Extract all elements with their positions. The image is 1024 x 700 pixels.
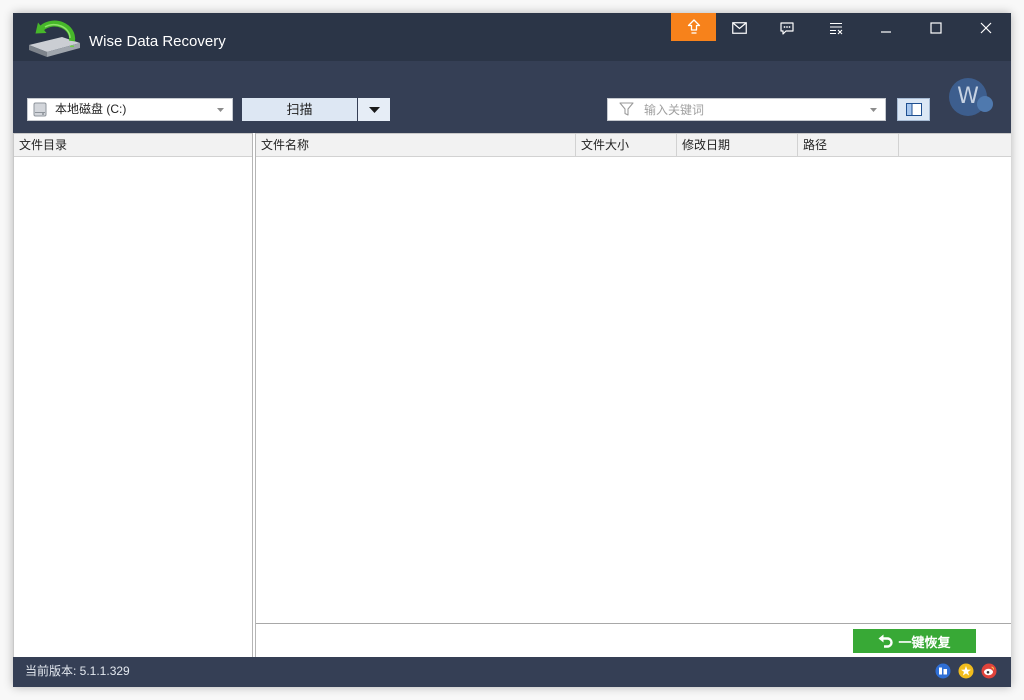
- upgrade-icon: [687, 19, 700, 34]
- search-input[interactable]: [644, 99, 860, 120]
- search-box[interactable]: [607, 98, 886, 121]
- chevron-down-icon: [217, 108, 224, 112]
- disk-recovery-logo-icon: [29, 20, 80, 57]
- recover-button-label: 一键恢复: [898, 634, 951, 650]
- drive-icon: [33, 102, 47, 117]
- app-logo: [26, 16, 82, 60]
- tieba-link[interactable]: [935, 663, 951, 679]
- feedback-button[interactable]: [763, 13, 811, 43]
- title-bar[interactable]: Wise Data Recovery: [13, 13, 1011, 61]
- undo-icon: [878, 634, 894, 648]
- panel-layout-icon: [905, 103, 922, 116]
- mail-button[interactable]: [716, 13, 763, 43]
- app-title: Wise Data Recovery: [89, 33, 226, 50]
- column-header-name[interactable]: 文件名称: [256, 134, 576, 156]
- action-bar: 一键恢复: [256, 623, 1011, 657]
- main-area: 文件目录 文件名称 文件大小 修改日期 路径 一键恢复: [13, 133, 1011, 657]
- drive-select-value: 本地磁盘 (C:): [55, 102, 127, 116]
- scan-button[interactable]: 扫描: [242, 98, 357, 121]
- drive-select[interactable]: 本地磁盘 (C:): [27, 98, 233, 121]
- avatar[interactable]: W: [948, 78, 996, 116]
- close-button[interactable]: [961, 13, 1011, 43]
- column-header-filler: [899, 134, 1011, 156]
- maximize-icon: [930, 22, 942, 34]
- toolbar: 本地磁盘 (C:) 扫描 输入关键词 W: [13, 61, 1011, 133]
- scan-options-button[interactable]: [358, 98, 390, 121]
- qzone-icon: [958, 663, 974, 679]
- mail-icon: [732, 22, 747, 34]
- folder-tree-panel[interactable]: 文件目录: [13, 133, 253, 657]
- app-window: Wise Data Recovery 本地磁盘 (C:) 扫描 输入关键词 W …: [13, 13, 1011, 687]
- minimize-icon: [881, 31, 891, 33]
- chevron-down-icon[interactable]: [870, 108, 877, 112]
- feedback-icon: [780, 21, 794, 35]
- folder-tree-header: 文件目录: [14, 133, 252, 157]
- menu-icon: [830, 22, 843, 34]
- minimize-button[interactable]: [861, 13, 911, 43]
- tieba-icon: [935, 663, 951, 679]
- weibo-icon: [981, 663, 997, 679]
- file-list-panel: 文件名称 文件大小 修改日期 路径 一键恢复: [255, 133, 1011, 657]
- caret-down-icon: [368, 106, 380, 113]
- file-list-header: 文件名称 文件大小 修改日期 路径: [256, 133, 1011, 157]
- weibo-link[interactable]: [981, 663, 997, 679]
- file-list-body[interactable]: [256, 157, 1011, 623]
- qzone-link[interactable]: [958, 663, 974, 679]
- recover-button[interactable]: 一键恢复: [853, 629, 976, 653]
- status-bar: 当前版本: 5.1.1.329: [13, 657, 1011, 687]
- column-header-path[interactable]: 路径: [798, 134, 899, 156]
- close-icon: [980, 22, 992, 34]
- version-text: 当前版本: 5.1.1.329: [25, 664, 130, 678]
- panel-toggle-button[interactable]: [897, 98, 930, 121]
- column-header-size[interactable]: 文件大小: [576, 134, 677, 156]
- upgrade-button[interactable]: [671, 13, 716, 41]
- menu-button[interactable]: [811, 13, 861, 43]
- avatar-letter: W: [957, 84, 979, 109]
- filter-icon: [619, 102, 634, 116]
- maximize-button[interactable]: [911, 13, 961, 43]
- column-header-modified[interactable]: 修改日期: [677, 134, 798, 156]
